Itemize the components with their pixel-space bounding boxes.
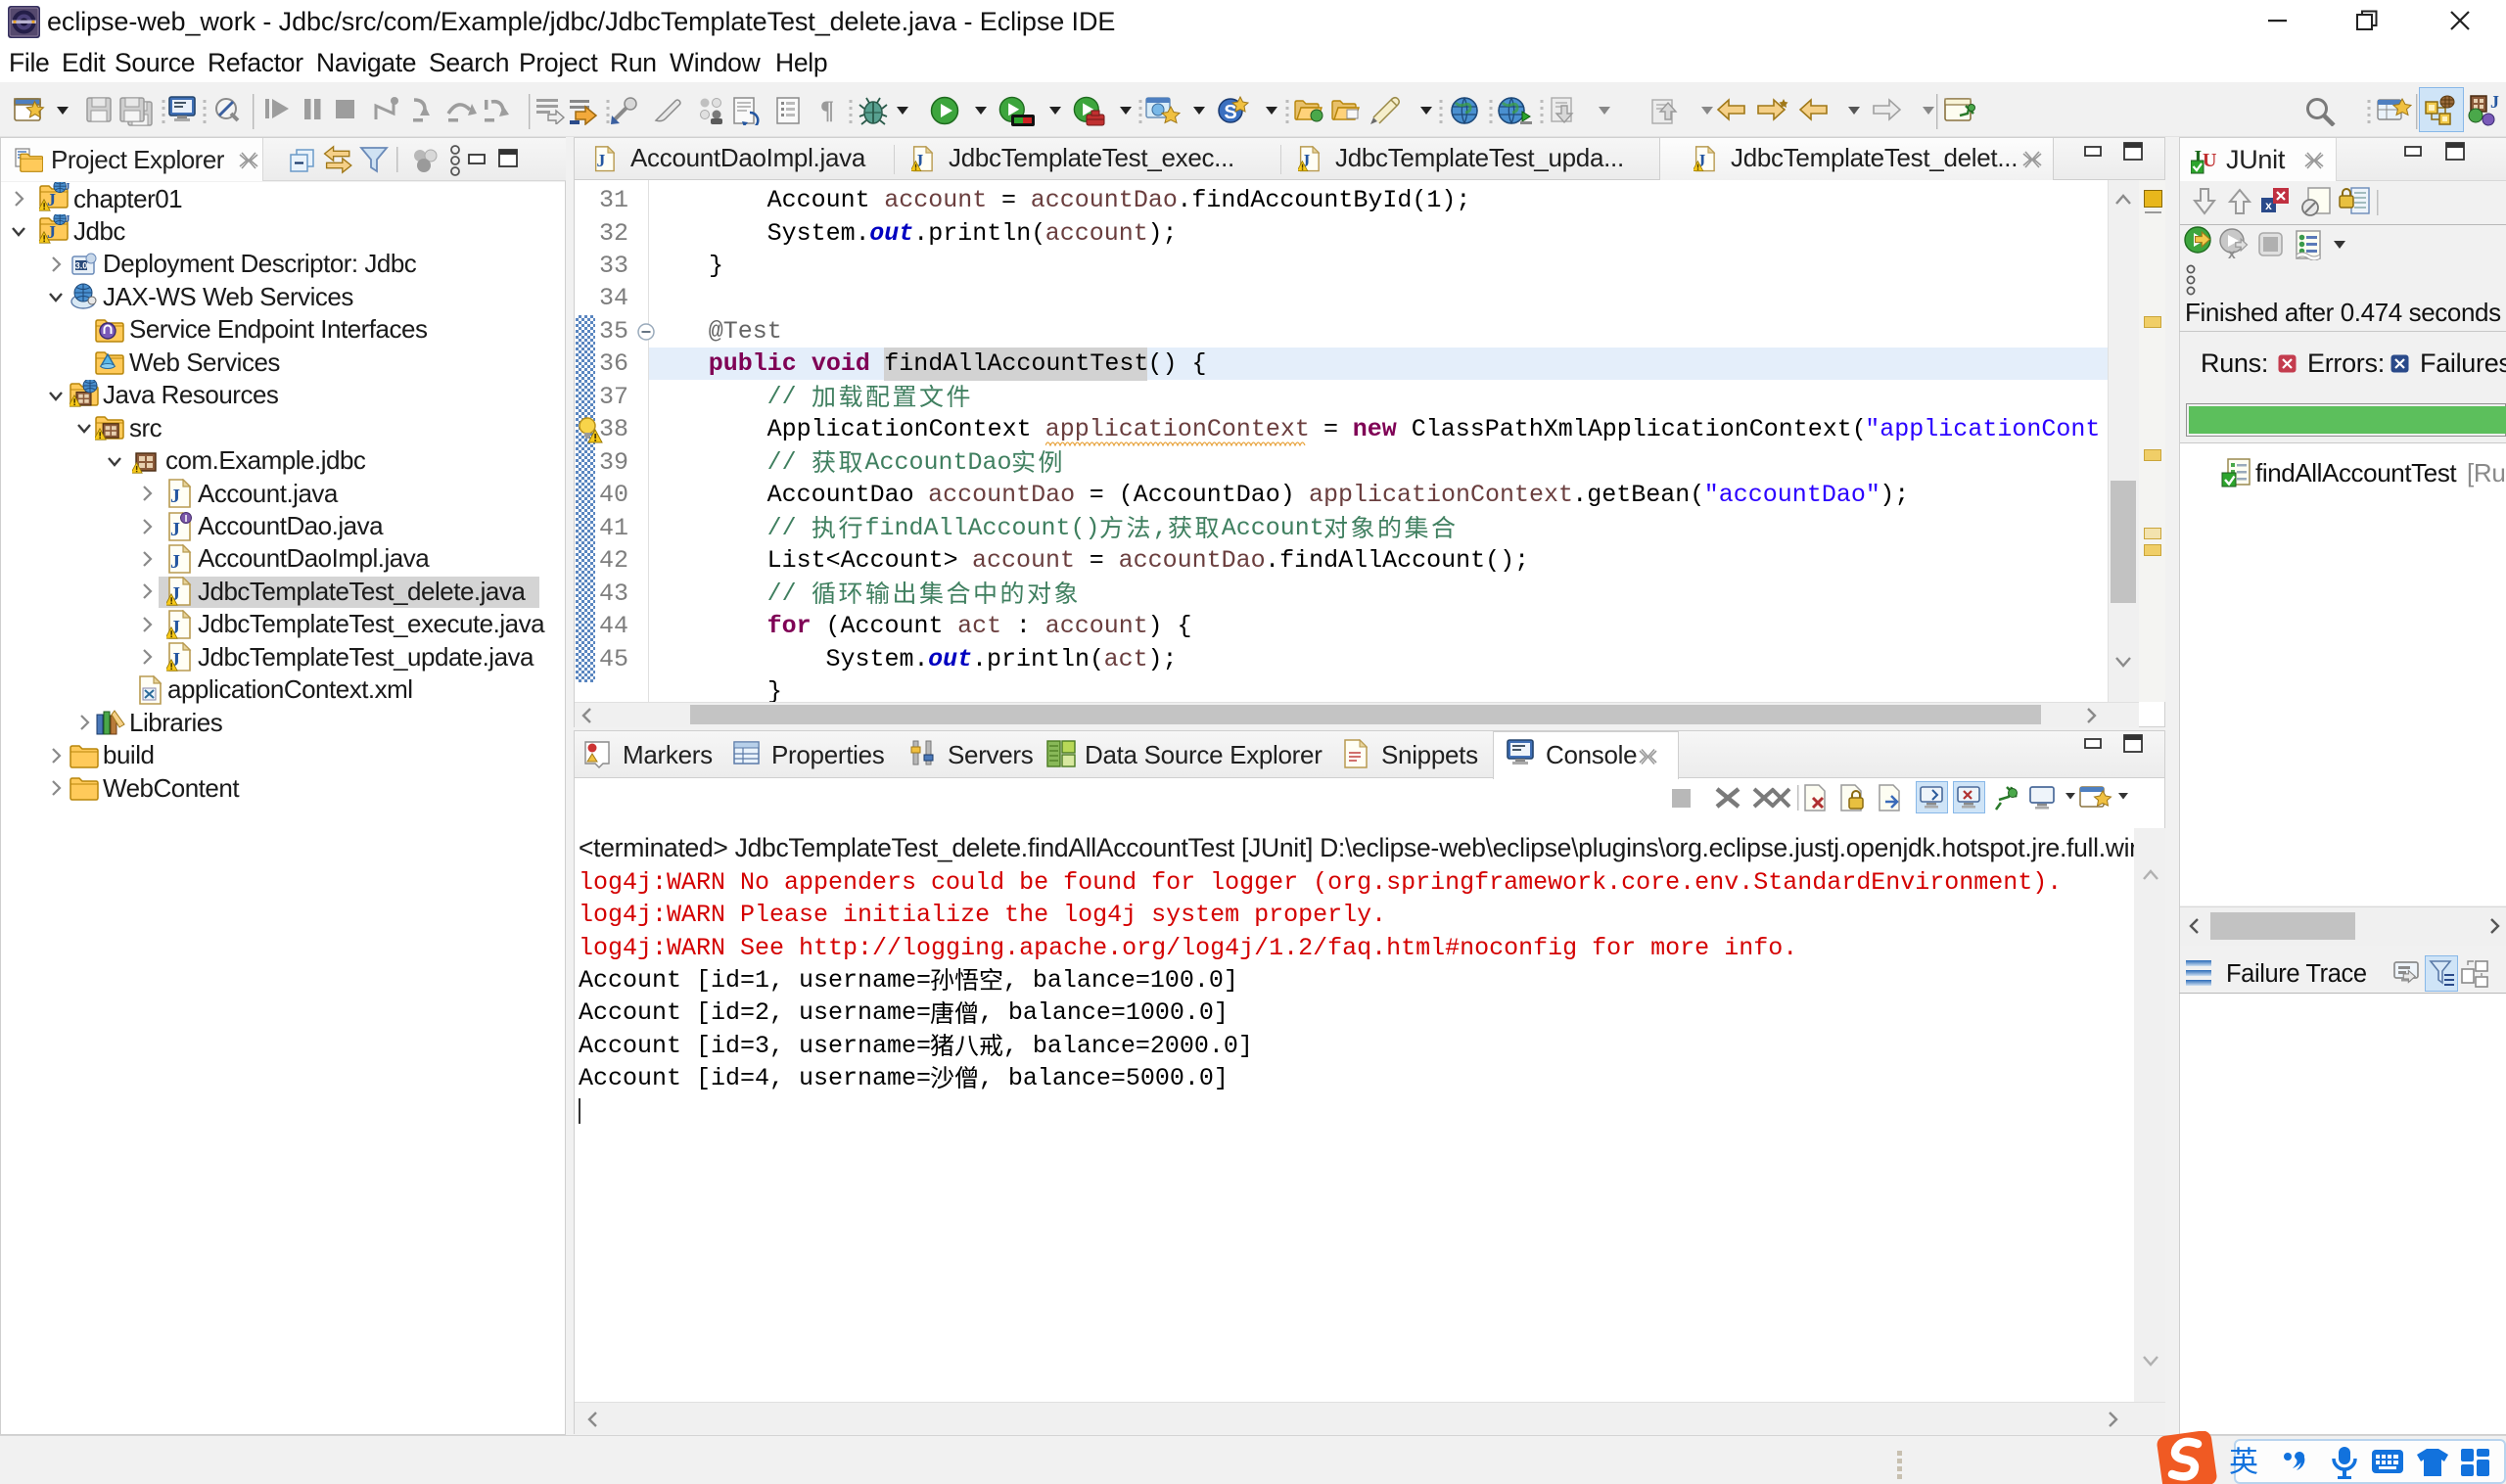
svg-text:U: U [2203, 150, 2216, 171]
svg-text:x: x [2228, 246, 2236, 261]
svg-text:¶: ¶ [820, 99, 834, 124]
svg-text:3.0: 3.0 [75, 261, 88, 271]
svg-text:J: J [170, 486, 180, 507]
svg-text:x: x [2265, 199, 2272, 212]
svg-text:I: I [185, 514, 188, 525]
svg-text:J: J [170, 551, 180, 573]
svg-text:J: J [597, 151, 606, 170]
svg-text:J: J [65, 214, 70, 225]
svg-text:J: J [65, 182, 70, 193]
svg-text:J: J [170, 519, 180, 540]
svg-text:J: J [2490, 94, 2499, 112]
